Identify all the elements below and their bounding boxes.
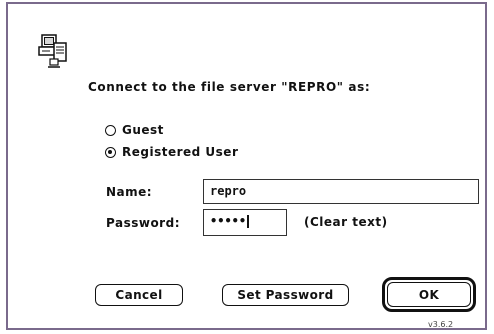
guest-radio-option[interactable]: Guest (105, 123, 164, 137)
text-cursor (247, 215, 249, 228)
name-field[interactable]: repro (203, 179, 479, 204)
file-server-icon (38, 34, 67, 68)
registered-user-label: Registered User (122, 145, 239, 159)
registered-user-radio-option[interactable]: Registered User (105, 145, 238, 159)
registered-user-radio-button[interactable] (105, 146, 116, 158)
guest-label: Guest (122, 123, 164, 137)
name-value: repro (210, 184, 247, 198)
name-label: Name: (106, 185, 153, 199)
clear-text-note: (Clear text) (304, 215, 388, 229)
password-value: ••••• (210, 214, 247, 228)
connect-prompt: Connect to the file server "REPRO" as: (88, 80, 371, 94)
password-field[interactable]: ••••• (203, 209, 287, 236)
set-password-button[interactable]: Set Password (222, 284, 349, 306)
cancel-button[interactable]: Cancel (95, 284, 183, 306)
version-label: v3.6.2 (428, 320, 454, 329)
connect-dialog: Connect to the file server "REPRO" as: G… (6, 2, 487, 330)
ok-button[interactable]: OK (387, 282, 471, 307)
password-label: Password: (106, 216, 180, 230)
guest-radio-button[interactable] (105, 124, 116, 136)
